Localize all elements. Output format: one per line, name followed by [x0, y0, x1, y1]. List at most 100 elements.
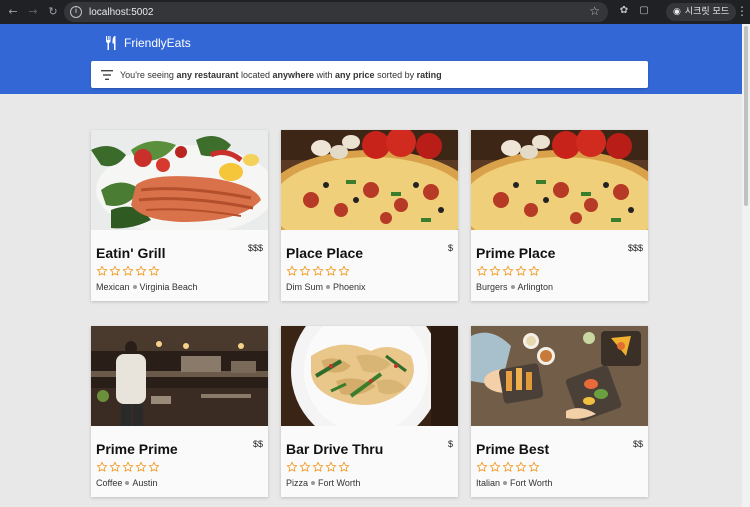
star-outline-icon[interactable]	[286, 461, 298, 473]
star-outline-icon[interactable]	[312, 461, 324, 473]
filter-bar[interactable]: You're seeing any restaurant located any…	[91, 61, 648, 88]
restaurant-photo[interactable]	[281, 326, 458, 426]
restaurant-meta: Mexican Virginia Beach	[96, 282, 197, 292]
star-outline-icon[interactable]	[502, 461, 514, 473]
restaurant-card[interactable]: Place Place $ Dim Sum Phoenix	[281, 130, 458, 301]
star-outline-icon[interactable]	[515, 265, 527, 277]
reload-icon[interactable]: ↻	[46, 5, 60, 19]
forward-icon[interactable]: →	[26, 5, 40, 19]
rating-stars[interactable]	[476, 461, 540, 473]
extension-icon[interactable]: ✿	[618, 5, 630, 17]
url-text[interactable]: localhost:5002	[89, 7, 154, 18]
restaurant-photo[interactable]	[281, 130, 458, 230]
star-outline-icon[interactable]	[148, 461, 160, 473]
star-outline-icon[interactable]	[96, 265, 108, 277]
separator-dot	[326, 285, 331, 289]
separator-dot	[132, 285, 137, 289]
restaurant-name[interactable]: Prime Place	[476, 245, 555, 261]
site-info-icon[interactable]: i	[70, 6, 82, 18]
star-outline-icon[interactable]	[286, 265, 298, 277]
restaurant-card[interactable]: Eatin' Grill $$$ Mexican Virginia Beach	[91, 130, 268, 301]
star-outline-icon[interactable]	[109, 265, 121, 277]
restaurant-city: Virginia Beach	[139, 282, 198, 292]
star-outline-icon[interactable]	[148, 265, 160, 277]
restaurant-city: Arlington	[517, 282, 554, 292]
page-scrollbar[interactable]	[742, 24, 750, 507]
star-outline-icon[interactable]	[476, 461, 488, 473]
restaurant-photo[interactable]	[471, 326, 648, 426]
star-outline-icon[interactable]	[135, 265, 147, 277]
rating-stars[interactable]	[286, 265, 350, 277]
star-outline-icon[interactable]	[135, 461, 147, 473]
address-bar[interactable]: i localhost:5002 ☆	[64, 2, 608, 22]
star-outline-icon[interactable]	[109, 461, 121, 473]
restaurant-photo[interactable]	[471, 130, 648, 230]
restaurant-photo[interactable]	[91, 130, 268, 230]
rating-stars[interactable]	[286, 461, 350, 473]
rating-stars[interactable]	[96, 461, 160, 473]
browser-menu-icon[interactable]: ⋮	[736, 4, 748, 18]
app-header: FriendlyEats You're seeing any restauran…	[0, 24, 742, 94]
restaurant-price: $$	[632, 439, 643, 449]
separator-dot	[311, 481, 316, 485]
restaurant-category: Pizza	[286, 478, 309, 488]
rating-stars[interactable]	[96, 265, 160, 277]
incognito-icon: ◉	[673, 7, 681, 17]
restaurant-name[interactable]: Prime Prime	[96, 441, 178, 457]
restaurant-card[interactable]: Prime Best $$ Italian Fort Worth	[471, 326, 648, 497]
star-outline-icon[interactable]	[96, 461, 108, 473]
restaurant-name[interactable]: Prime Best	[476, 441, 549, 457]
restaurant-name[interactable]: Eatin' Grill	[96, 245, 165, 261]
rating-stars[interactable]	[476, 265, 540, 277]
star-outline-icon[interactable]	[476, 265, 488, 277]
browser-toolbar: ← → ↻ i localhost:5002 ☆ ✿ ▢ ◉ 시크릿 모드 ⋮	[0, 0, 750, 24]
restaurant-category: Italian	[476, 478, 501, 488]
restaurant-card[interactable]: Prime Place $$$ Burgers Arlington	[471, 130, 648, 301]
restaurant-price: $	[447, 439, 453, 449]
restaurant-meta: Dim Sum Phoenix	[286, 282, 366, 292]
star-outline-icon[interactable]	[528, 461, 540, 473]
restaurant-name[interactable]: Place Place	[286, 245, 363, 261]
restaurant-city: Fort Worth	[318, 478, 361, 488]
back-icon[interactable]: ←	[6, 5, 20, 19]
restaurant-meta: Coffee Austin	[96, 478, 157, 488]
restaurant-category: Dim Sum	[286, 282, 324, 292]
star-outline-icon[interactable]	[338, 461, 350, 473]
restaurant-photo[interactable]	[91, 326, 268, 426]
restaurant-price: $$$	[627, 243, 643, 253]
star-outline-icon[interactable]	[515, 461, 527, 473]
bookmark-star-icon[interactable]: ☆	[589, 4, 600, 18]
restaurant-city: Phoenix	[333, 282, 366, 292]
restaurant-price: $	[447, 243, 453, 253]
fork-knife-icon	[106, 36, 116, 50]
star-outline-icon[interactable]	[312, 265, 324, 277]
star-outline-icon[interactable]	[325, 265, 337, 277]
filter-summary: You're seeing any restaurant located any…	[120, 69, 442, 80]
brand[interactable]: FriendlyEats	[103, 35, 191, 51]
restaurant-price: $$	[252, 439, 263, 449]
puzzle-icon[interactable]: ▢	[638, 5, 650, 17]
restaurant-city: Fort Worth	[510, 478, 553, 488]
star-outline-icon[interactable]	[489, 461, 501, 473]
restaurant-card[interactable]: Prime Prime $$ Coffee Austin	[91, 326, 268, 497]
star-outline-icon[interactable]	[489, 265, 501, 277]
star-outline-icon[interactable]	[122, 461, 134, 473]
restaurant-city: Austin	[132, 478, 158, 488]
restaurant-name[interactable]: Bar Drive Thru	[286, 441, 383, 457]
star-outline-icon[interactable]	[528, 265, 540, 277]
star-outline-icon[interactable]	[325, 461, 337, 473]
incognito-label: 시크릿 모드	[684, 7, 730, 17]
star-outline-icon[interactable]	[122, 265, 134, 277]
restaurant-card[interactable]: Bar Drive Thru $ Pizza Fort Worth	[281, 326, 458, 497]
star-outline-icon[interactable]	[502, 265, 514, 277]
restaurant-category: Burgers	[476, 282, 508, 292]
star-outline-icon[interactable]	[338, 265, 350, 277]
scrollbar-thumb[interactable]	[744, 26, 748, 206]
incognito-badge[interactable]: ◉ 시크릿 모드	[666, 3, 737, 21]
filter-list-icon	[101, 69, 113, 80]
restaurant-category: Coffee	[96, 478, 123, 488]
star-outline-icon[interactable]	[299, 461, 311, 473]
separator-dot	[510, 285, 515, 289]
brand-name: FriendlyEats	[124, 36, 191, 50]
star-outline-icon[interactable]	[299, 265, 311, 277]
